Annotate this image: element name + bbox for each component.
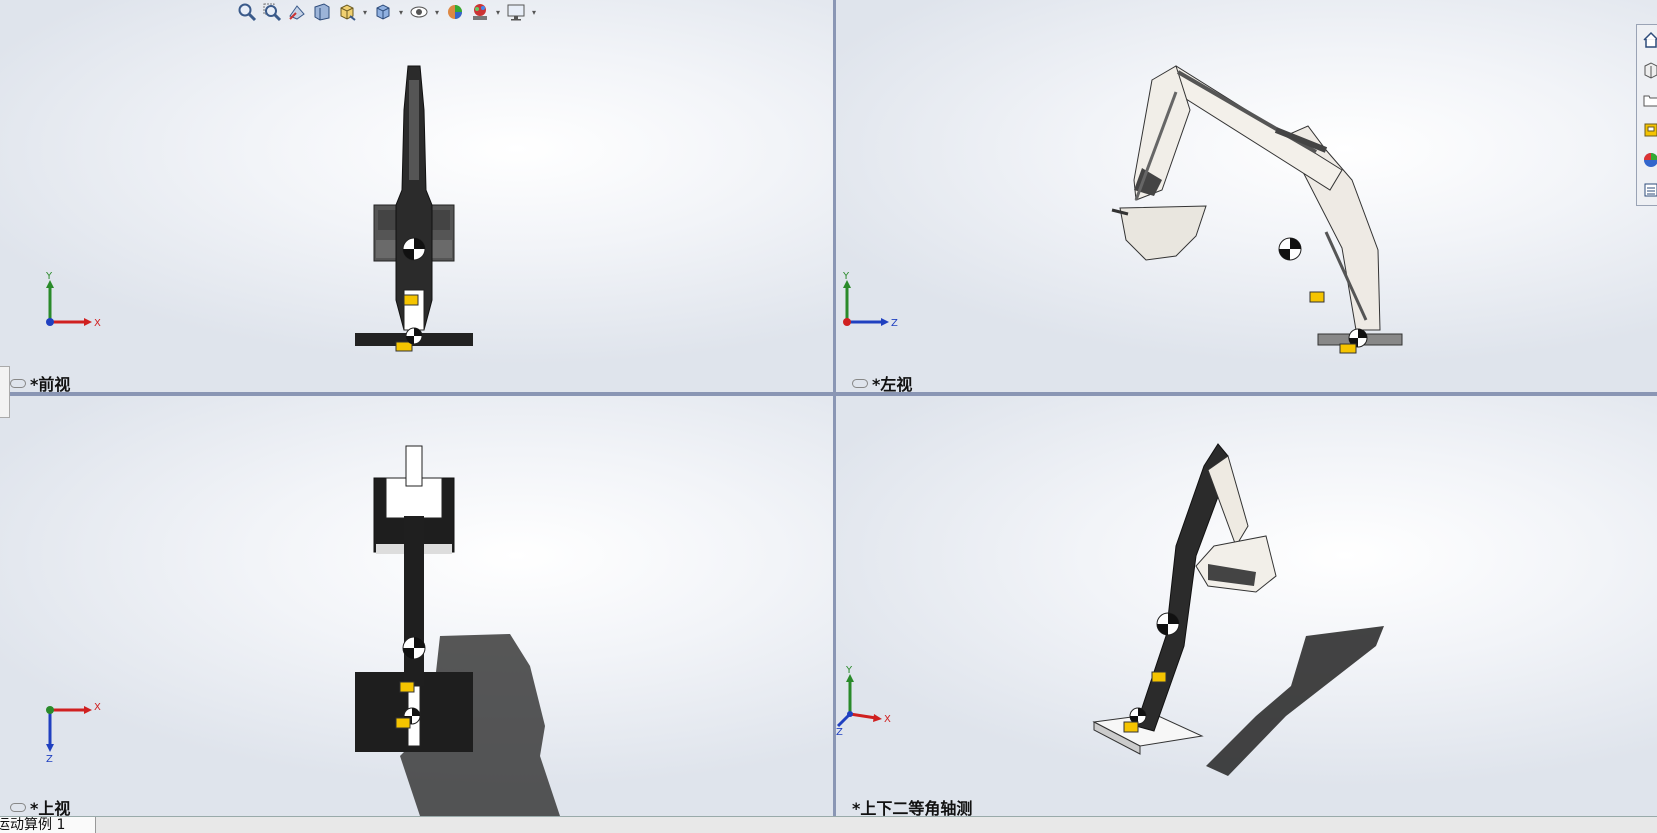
viewport-label: *前视: [10, 371, 70, 392]
top-viewport[interactable]: X Z *上视: [0, 396, 833, 816]
left-viewport[interactable]: Y Z *左视: [836, 0, 1657, 392]
section-view-icon[interactable]: [311, 1, 333, 23]
viewport-label: *左视: [852, 371, 912, 392]
coordinate-triad: Y Z: [842, 271, 898, 329]
view-orientation-icon[interactable]: [336, 1, 358, 23]
view-name: *左视: [872, 375, 913, 392]
apply-scene-icon[interactable]: [469, 1, 491, 23]
link-views-icon[interactable]: [852, 378, 868, 388]
view-name: *上视: [30, 799, 71, 816]
vertical-viewport-splitter[interactable]: [833, 0, 836, 816]
excavator-left-model: [1111, 65, 1403, 354]
center-of-mass-marker: [1278, 237, 1302, 261]
feature-manager-collapse-tab[interactable]: [0, 366, 10, 418]
horizontal-viewport-splitter[interactable]: [0, 392, 1657, 396]
svg-text:Y: Y: [845, 666, 853, 676]
viewport-label: *上下二等角轴测: [852, 795, 972, 816]
custom-properties-icon[interactable]: [1637, 175, 1657, 205]
previous-view-icon[interactable]: [286, 1, 308, 23]
excavator-front-model: [355, 65, 473, 352]
view-settings-icon[interactable]: [505, 1, 527, 23]
excavator-isometric-model: [1092, 443, 1384, 776]
coordinate-triad: Y X Z: [836, 666, 891, 736]
motion-study-tabs-bar: 运动算例 1: [0, 816, 1657, 833]
svg-text:X: X: [94, 702, 101, 713]
zoom-to-fit-icon[interactable]: [236, 1, 258, 23]
coordinate-triad: Y X: [45, 271, 101, 329]
file-explorer-icon[interactable]: [1637, 85, 1657, 115]
chevron-down-icon[interactable]: ▾: [361, 1, 369, 23]
hide-show-icon[interactable]: [408, 1, 430, 23]
svg-text:Y: Y: [45, 271, 53, 282]
svg-text:X: X: [884, 714, 891, 725]
svg-text:Z: Z: [46, 754, 53, 764]
view-palette-icon[interactable]: [1637, 115, 1657, 145]
edit-appearance-icon[interactable]: [444, 1, 466, 23]
center-of-mass-marker: [402, 636, 426, 660]
zoom-area-icon[interactable]: [261, 1, 283, 23]
heads-up-view-toolbar: ▾ ▾ ▾ ▾ ▾: [236, 0, 538, 24]
appearances-icon[interactable]: [1637, 145, 1657, 175]
link-views-icon[interactable]: [10, 378, 26, 388]
svg-text:Z: Z: [836, 727, 843, 736]
display-style-icon[interactable]: [372, 1, 394, 23]
motion-study-tab[interactable]: 运动算例 1: [0, 817, 96, 833]
chevron-down-icon[interactable]: ▾: [494, 1, 502, 23]
task-pane-tabs: [1636, 24, 1657, 206]
chevron-down-icon[interactable]: ▾: [397, 1, 405, 23]
viewport-label: *上视: [10, 795, 70, 816]
link-views-icon[interactable]: [10, 802, 26, 812]
design-library-icon[interactable]: [1637, 55, 1657, 85]
chevron-down-icon[interactable]: ▾: [433, 1, 441, 23]
svg-text:Z: Z: [891, 318, 898, 329]
view-name: *上下二等角轴测: [852, 799, 973, 816]
front-viewport[interactable]: Y X *前视: [0, 0, 833, 392]
home-icon[interactable]: [1637, 25, 1657, 55]
center-of-mass-marker: [1156, 612, 1180, 636]
chevron-down-icon[interactable]: ▾: [530, 1, 538, 23]
svg-text:Y: Y: [842, 271, 850, 282]
coordinate-triad: X Z: [46, 702, 101, 764]
isometric-viewport[interactable]: Y X Z *上下二等角轴测: [836, 396, 1657, 816]
view-name: *前视: [30, 375, 71, 392]
svg-text:X: X: [94, 318, 101, 329]
excavator-top-model: [355, 445, 560, 816]
center-of-mass-marker: [402, 237, 426, 261]
